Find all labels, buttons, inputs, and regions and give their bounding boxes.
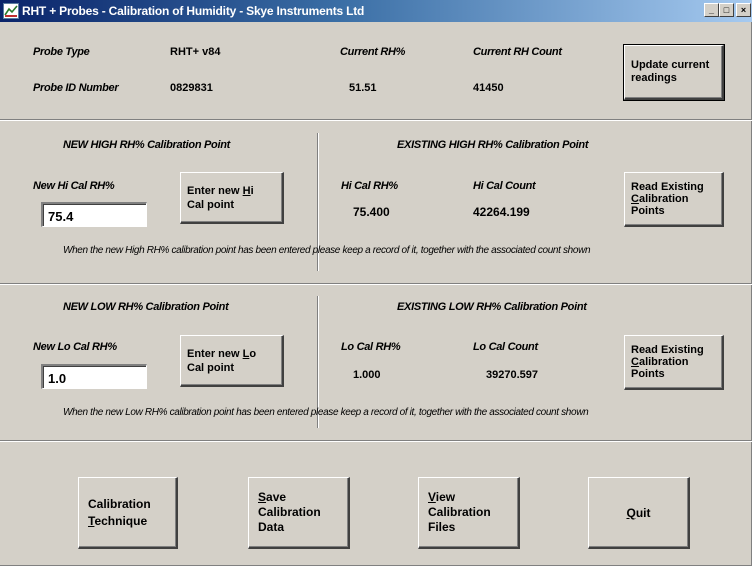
calibration-window: RHT + Probes - Calibration of Humidity -… <box>0 0 752 566</box>
enter-lo-post: o <box>249 347 257 360</box>
lo-cal-count-value: 39270.597 <box>486 369 538 381</box>
read-high-line2: Calibration <box>631 193 688 205</box>
probe-id-label: Probe ID Number <box>33 82 119 94</box>
update-readings-button[interactable]: Update current readings <box>623 44 725 101</box>
divider-high-low <box>0 283 752 285</box>
enter-hi-key: H <box>242 184 251 197</box>
technique-rest: echnique <box>94 513 148 528</box>
hi-cal-rh-label: Hi Cal RH% <box>341 180 398 192</box>
current-count-value: 41450 <box>473 82 504 94</box>
save-rest: ave <box>266 490 287 504</box>
new-high-title: NEW HIGH RH% Calibration Point <box>63 139 231 151</box>
enter-lo-cal-line1: Enter new Lo <box>187 347 256 361</box>
calibration-technique-button[interactable]: Calibration Technique <box>78 477 178 549</box>
close-button[interactable]: × <box>736 3 751 17</box>
probe-type-value: RHT+ v84 <box>170 46 221 58</box>
maximize-button[interactable]: □ <box>719 3 734 17</box>
hi-cal-rh-value: 75.400 <box>353 205 390 219</box>
current-rh-label: Current RH% <box>340 46 406 58</box>
lo-cal-rh-value: 1.000 <box>353 369 381 381</box>
read-existing-low-button[interactable]: Read Existing Calibration Points <box>624 335 724 390</box>
existing-low-title: EXISTING LOW RH% Calibration Point <box>397 301 587 313</box>
enter-hi-line2: Cal point <box>187 198 235 211</box>
view-calibration-files-button[interactable]: View Calibration Files <box>418 477 520 549</box>
probe-type-label: Probe Type <box>33 46 90 58</box>
enter-hi-post: i <box>250 184 254 197</box>
update-readings-line1: Update current <box>631 59 710 71</box>
enter-hi-cal-button[interactable]: Enter new Hi Cal point <box>180 172 284 224</box>
lo-cal-rh-label: Lo Cal RH% <box>341 341 401 353</box>
quit-rest: uit <box>635 505 651 520</box>
current-rh-value: 51.51 <box>349 82 377 94</box>
read-high-rest: alibration <box>638 193 689 205</box>
view-rest: iew <box>435 490 456 504</box>
high-note: When the new High RH% calibration point … <box>63 245 591 256</box>
quit-label: Quit <box>626 506 650 520</box>
existing-high-title: EXISTING HIGH RH% Calibration Point <box>397 139 589 151</box>
enter-hi-pre: Enter new <box>187 184 243 197</box>
read-high-line3: Points <box>631 205 665 217</box>
lo-cal-count-label: Lo Cal Count <box>473 341 538 353</box>
current-count-label: Current RH Count <box>473 46 562 58</box>
save-line3: Data <box>258 520 285 534</box>
probe-id-value: 0829831 <box>170 82 213 94</box>
read-low-rest: alibration <box>638 356 689 368</box>
enter-lo-line2: Cal point <box>187 361 235 374</box>
window-title: RHT + Probes - Calibration of Humidity -… <box>22 4 365 18</box>
read-high-key: C <box>631 193 639 205</box>
read-low-line3: Points <box>631 368 665 380</box>
hi-cal-count-label: Hi Cal Count <box>473 180 536 192</box>
maximize-icon: □ <box>723 5 730 15</box>
app-icon <box>3 3 19 19</box>
enter-lo-pre: Enter new <box>187 347 243 360</box>
minimize-icon: _ <box>708 5 714 15</box>
view-line1: View <box>428 490 455 505</box>
view-line2: Calibration <box>428 505 491 519</box>
read-low-line2: Calibration <box>631 356 688 368</box>
divider-footer <box>0 440 752 442</box>
low-note: When the new Low RH% calibration point h… <box>63 407 589 418</box>
new-lo-cal-label: New Lo Cal RH% <box>33 341 117 353</box>
read-high-line1: Read Existing <box>631 181 704 193</box>
read-existing-high-button[interactable]: Read Existing Calibration Points <box>624 172 724 227</box>
read-low-key: C <box>631 356 639 368</box>
save-calibration-data-button[interactable]: Save Calibration Data <box>248 477 350 549</box>
view-line3: Files <box>428 520 456 534</box>
new-lo-cal-input[interactable] <box>41 364 147 389</box>
update-readings-line2: readings <box>631 72 677 84</box>
save-line1: Save <box>258 490 286 505</box>
enter-lo-cal-button[interactable]: Enter new Lo Cal point <box>180 335 284 387</box>
minimize-button[interactable]: _ <box>704 3 719 17</box>
save-line2: Calibration <box>258 505 321 519</box>
enter-hi-cal-line1: Enter new Hi <box>187 184 254 198</box>
view-key: V <box>428 490 436 504</box>
hi-cal-count-value: 42264.199 <box>473 205 530 219</box>
quit-key: Q <box>626 505 636 520</box>
title-bar[interactable]: RHT + Probes - Calibration of Humidity -… <box>0 0 752 22</box>
new-low-title: NEW LOW RH% Calibration Point <box>63 301 229 313</box>
close-icon: × <box>740 5 747 15</box>
divider-header <box>0 119 752 121</box>
new-hi-cal-input[interactable] <box>41 202 147 227</box>
quit-button[interactable]: Quit <box>588 477 690 549</box>
save-key: S <box>258 490 267 504</box>
read-low-line1: Read Existing <box>631 344 704 356</box>
technique-line1: Calibration <box>88 496 151 511</box>
technique-line2: Technique <box>88 513 147 530</box>
new-hi-cal-label: New Hi Cal RH% <box>33 180 115 192</box>
